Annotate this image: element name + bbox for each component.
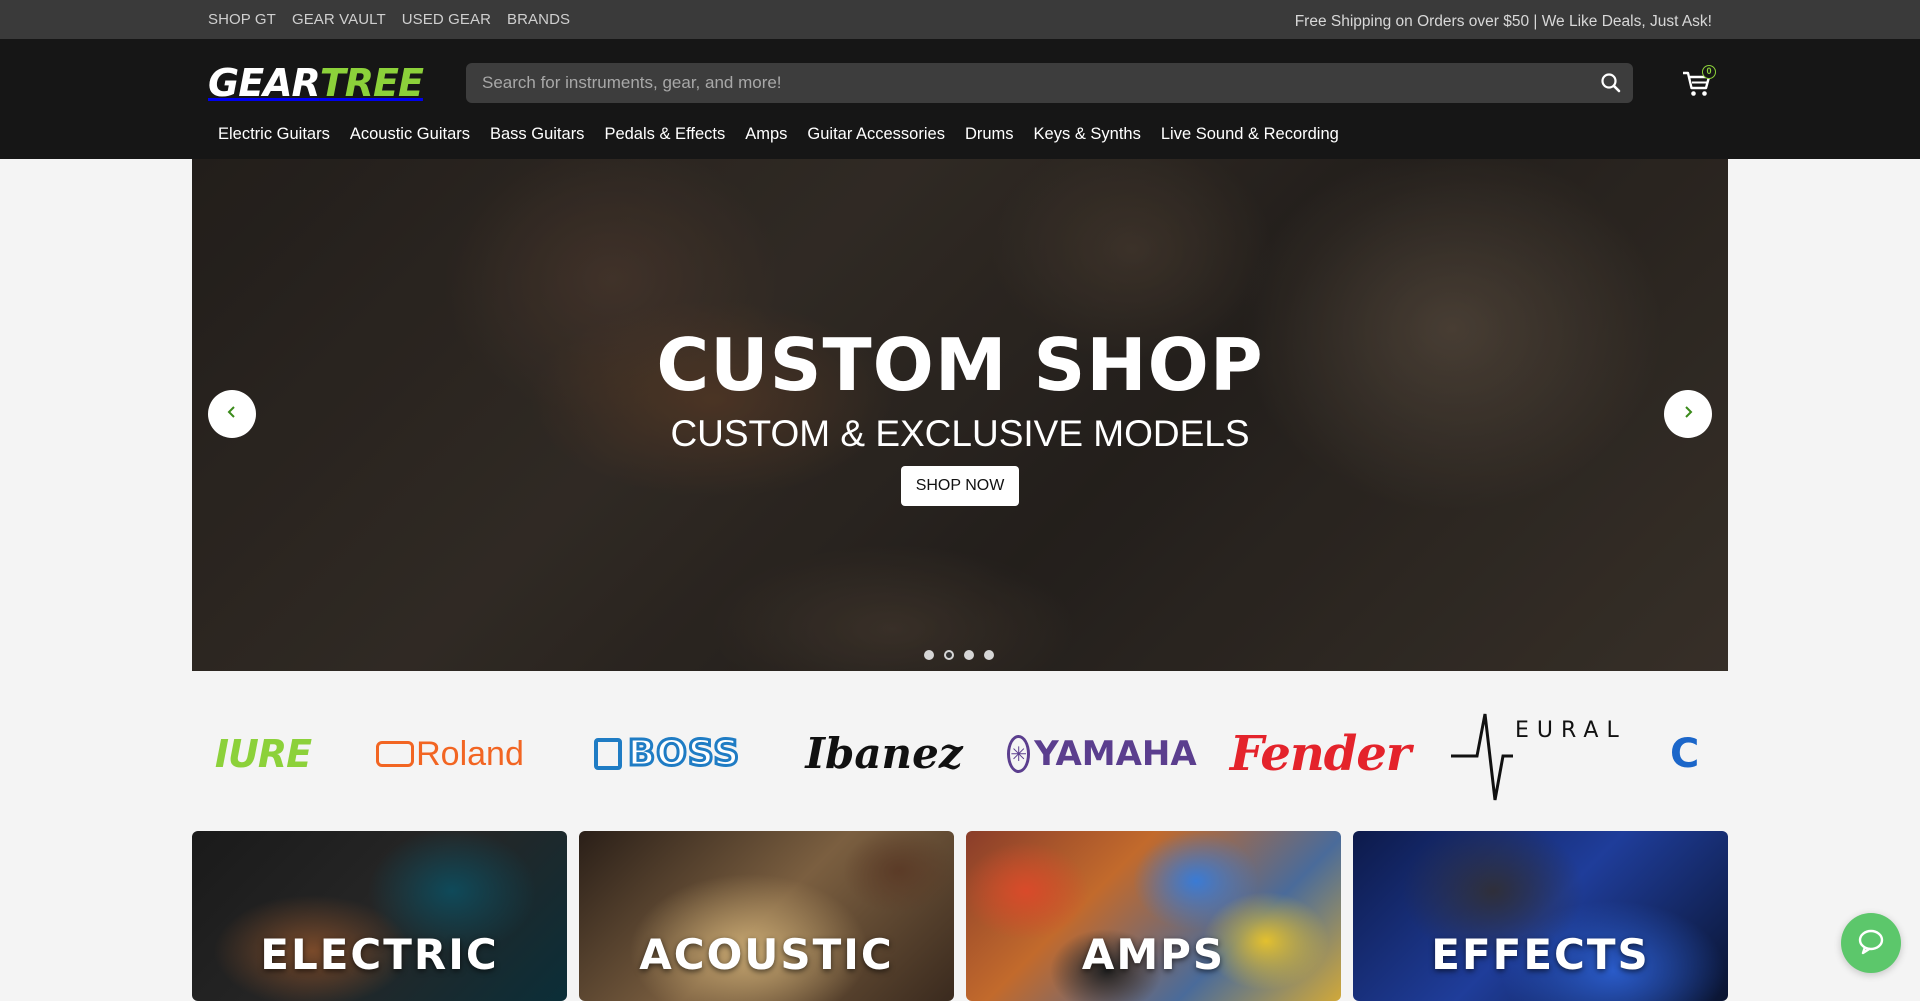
hero-subtitle: CUSTOM & EXCLUSIVE MODELS: [670, 413, 1250, 454]
chevron-left-icon: [225, 405, 239, 424]
yamaha-tuning-fork-icon: ✳: [1007, 735, 1031, 773]
tile-label: EFFECTS: [1431, 930, 1650, 979]
brand-logo-fender[interactable]: Fender: [1229, 694, 1411, 814]
brand-name: Roland: [416, 735, 524, 773]
slider-pagination: [924, 650, 994, 660]
slider-prev-button[interactable]: [208, 390, 256, 438]
top-utility-bar: SHOP GT GEAR VAULT USED GEAR BRANDS Free…: [0, 0, 1920, 39]
utility-link-brands[interactable]: BRANDS: [507, 11, 570, 28]
tile-label: AMPS: [1081, 930, 1226, 979]
category-tile-effects[interactable]: EFFECTS: [1353, 831, 1728, 1001]
search-input[interactable]: [466, 63, 1566, 103]
slider-dot[interactable]: [924, 650, 934, 660]
category-tiles: ELECTRIC ACOUSTIC AMPS EFFECTS: [192, 831, 1728, 1001]
cart-button[interactable]: 0: [1680, 65, 1716, 101]
nav-bass-guitars[interactable]: Bass Guitars: [480, 125, 594, 144]
brand-name: BOSS: [626, 733, 741, 774]
category-tile-acoustic[interactable]: ACOUSTIC: [579, 831, 954, 1001]
utility-links: SHOP GT GEAR VAULT USED GEAR BRANDS: [208, 0, 570, 39]
slider-dot[interactable]: [964, 650, 974, 660]
nav-electric-guitars[interactable]: Electric Guitars: [208, 125, 340, 144]
chevron-right-icon: [1681, 405, 1695, 424]
logo-text-gear: GEAR: [208, 61, 321, 105]
category-nav: Electric Guitars Acoustic Guitars Bass G…: [208, 117, 1349, 151]
hero-slider: CUSTOM SHOP CUSTOM & EXCLUSIVE MODELS SH…: [192, 159, 1728, 671]
brand-name: Ibanez: [805, 729, 963, 778]
site-logo[interactable]: GEAR TREE: [208, 61, 424, 105]
chat-widget-button[interactable]: [1841, 913, 1901, 973]
brand-name: YAMAHA: [1034, 734, 1197, 774]
brand-name: C: [1670, 731, 1700, 777]
nav-keys-synths[interactable]: Keys & Synths: [1024, 125, 1151, 144]
tile-label: ELECTRIC: [260, 930, 499, 979]
utility-link-gear-vault[interactable]: GEAR VAULT: [292, 11, 386, 28]
slider-dot[interactable]: [984, 650, 994, 660]
brand-name: Fender: [1229, 726, 1411, 782]
nav-drums[interactable]: Drums: [955, 125, 1024, 144]
tile-label: ACOUSTIC: [639, 930, 894, 979]
roland-mark-icon: [376, 741, 415, 767]
utility-link-used-gear[interactable]: USED GEAR: [402, 11, 491, 28]
brand-logo-yamaha[interactable]: ✳ YAMAHA: [1007, 694, 1197, 814]
brand-logo-boss[interactable]: BOSS: [579, 694, 755, 814]
brand-name: IURE: [214, 732, 312, 776]
site-header: GEARTREE 0 Electric Guitars Acoustic Gui…: [0, 39, 1920, 159]
nav-pedals-effects[interactable]: Pedals & Effects: [594, 125, 735, 144]
cart-count-badge: 0: [1702, 65, 1716, 79]
shop-now-button[interactable]: SHOP NOW: [901, 466, 1019, 506]
brand-logo-roland[interactable]: Roland: [362, 694, 538, 814]
search-bar: [466, 63, 1633, 103]
brand-name: EURAL: [1515, 718, 1627, 743]
brand-logo-ibanez[interactable]: Ibanez: [796, 694, 972, 814]
category-tile-electric[interactable]: ELECTRIC: [192, 831, 567, 1001]
nav-live-sound-recording[interactable]: Live Sound & Recording: [1151, 125, 1349, 144]
boss-mark-icon: [593, 738, 622, 770]
promo-text: Free Shipping on Orders over $50 | We Li…: [1294, 13, 1712, 30]
logo-text-tree: TREE: [319, 61, 424, 105]
category-tile-amps[interactable]: AMPS: [966, 831, 1341, 1001]
brand-logo-iure[interactable]: IURE: [208, 694, 318, 814]
hero-title: CUSTOM SHOP: [656, 323, 1264, 407]
slider-next-button[interactable]: [1664, 390, 1712, 438]
nav-guitar-accessories[interactable]: Guitar Accessories: [797, 125, 955, 144]
search-icon[interactable]: [1599, 71, 1623, 95]
chat-bubble-icon: [1856, 926, 1886, 961]
nav-amps[interactable]: Amps: [735, 125, 797, 144]
brand-logo-partial[interactable]: C: [1670, 694, 1712, 814]
brand-carousel: IURE Roland BOSS Ibanez ✳ YAMAHA Fender …: [208, 694, 1712, 814]
slider-dot-active[interactable]: [944, 650, 954, 660]
brand-logo-neural[interactable]: EURAL: [1449, 694, 1627, 814]
utility-link-shop-gt[interactable]: SHOP GT: [208, 11, 276, 28]
nav-acoustic-guitars[interactable]: Acoustic Guitars: [340, 125, 480, 144]
cart-icon: [1680, 71, 1714, 105]
